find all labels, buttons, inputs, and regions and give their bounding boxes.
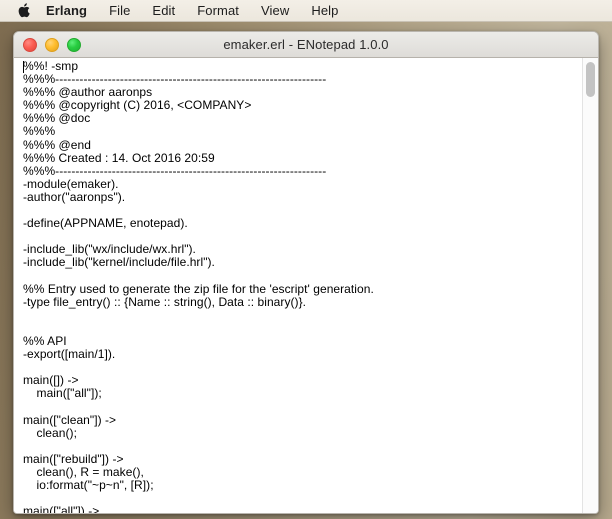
- window-titlebar[interactable]: emaker.erl - ENotepad 1.0.0: [14, 32, 598, 58]
- menu-item-file[interactable]: File: [98, 0, 141, 22]
- enotepad-window: emaker.erl - ENotepad 1.0.0 %%! -smp %%%…: [13, 31, 599, 514]
- source-code-text[interactable]: %%! -smp %%%----------------------------…: [23, 59, 582, 513]
- editor-area: %%! -smp %%%----------------------------…: [14, 58, 598, 513]
- apple-logo-icon[interactable]: [14, 1, 34, 21]
- text-editor[interactable]: %%! -smp %%%----------------------------…: [14, 58, 582, 513]
- zoom-button[interactable]: [67, 37, 81, 52]
- minimize-button[interactable]: [45, 37, 59, 52]
- menu-item-view[interactable]: View: [250, 0, 300, 22]
- window-title: emaker.erl - ENotepad 1.0.0: [223, 37, 389, 52]
- scrollbar-thumb[interactable]: [586, 62, 595, 97]
- menu-item-erlang[interactable]: Erlang: [44, 0, 98, 22]
- window-controls: [23, 32, 81, 57]
- text-caret: [23, 61, 24, 73]
- vertical-scrollbar[interactable]: [582, 58, 598, 513]
- menu-item-help[interactable]: Help: [300, 0, 349, 22]
- close-button[interactable]: [23, 37, 37, 52]
- menu-item-edit[interactable]: Edit: [141, 0, 186, 22]
- menu-item-format[interactable]: Format: [186, 0, 250, 22]
- menu-bar: Erlang File Edit Format View Help: [0, 0, 612, 22]
